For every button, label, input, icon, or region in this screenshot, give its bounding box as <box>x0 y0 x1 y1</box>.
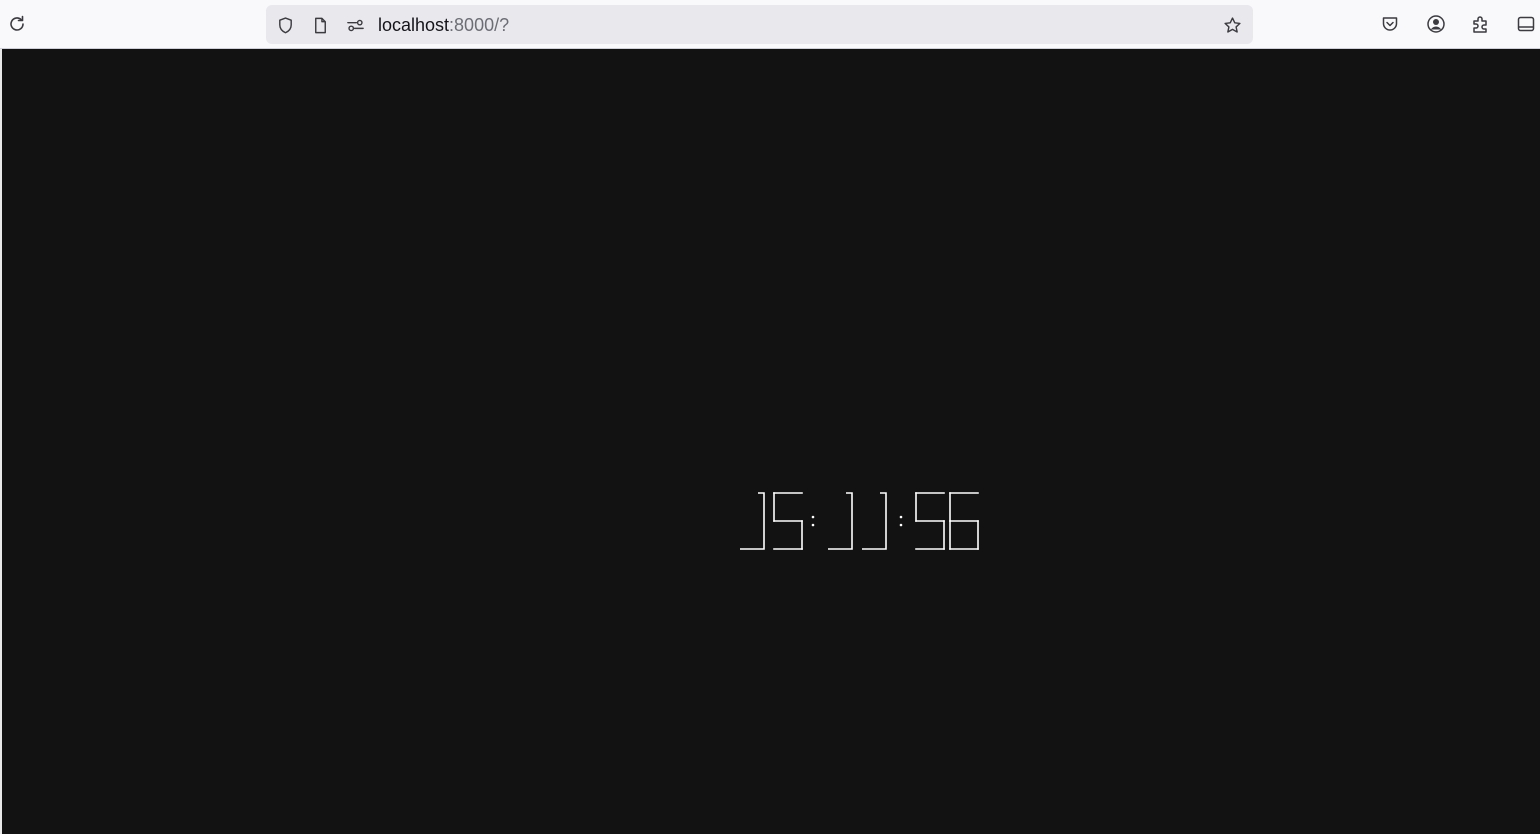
pocket-icon <box>1382 17 1398 31</box>
permissions-button[interactable] <box>344 14 366 36</box>
permissions-icon <box>346 19 364 31</box>
page-info-button[interactable] <box>309 14 331 36</box>
bookmark-star-icon <box>1223 16 1241 33</box>
clock-minute-tens-digit <box>828 492 853 550</box>
url-text[interactable]: localhost:8000/? <box>378 15 509 35</box>
account-icon <box>1427 15 1445 33</box>
clock-colon-2 <box>899 515 903 527</box>
reload-button[interactable] <box>2 9 32 39</box>
pocket-button[interactable] <box>1375 9 1405 39</box>
digital-clock: 15 11 56 : <box>736 440 1036 550</box>
sidebar-icon <box>1517 16 1535 32</box>
clock-colon-1 <box>811 515 815 527</box>
clock-second-ones-digit <box>949 492 979 550</box>
reload-icon <box>10 15 24 31</box>
extensions-button[interactable] <box>1466 9 1496 39</box>
bookmark-button[interactable] <box>1221 14 1243 36</box>
address-bar[interactable]: localhost:8000/? <box>266 5 1253 44</box>
sidebar-button[interactable] <box>1511 9 1540 39</box>
account-button[interactable] <box>1421 9 1451 39</box>
clock-second-tens-digit <box>915 492 945 550</box>
url-host: localhost <box>378 15 450 35</box>
tracking-protection-shield-icon <box>278 16 292 33</box>
tracking-protection-button[interactable] <box>274 14 296 36</box>
clock-hour-tens-digit <box>740 492 765 550</box>
extensions-puzzle-icon <box>1473 16 1487 33</box>
clock-digits <box>740 492 979 550</box>
clock-hour-ones-digit <box>773 492 803 550</box>
clock-minute-ones-digit <box>862 492 887 550</box>
page-info-icon <box>314 17 326 33</box>
browser-toolbar: localhost:8000/? <box>0 0 1540 49</box>
url-port-path: :8000/? <box>449 15 510 35</box>
